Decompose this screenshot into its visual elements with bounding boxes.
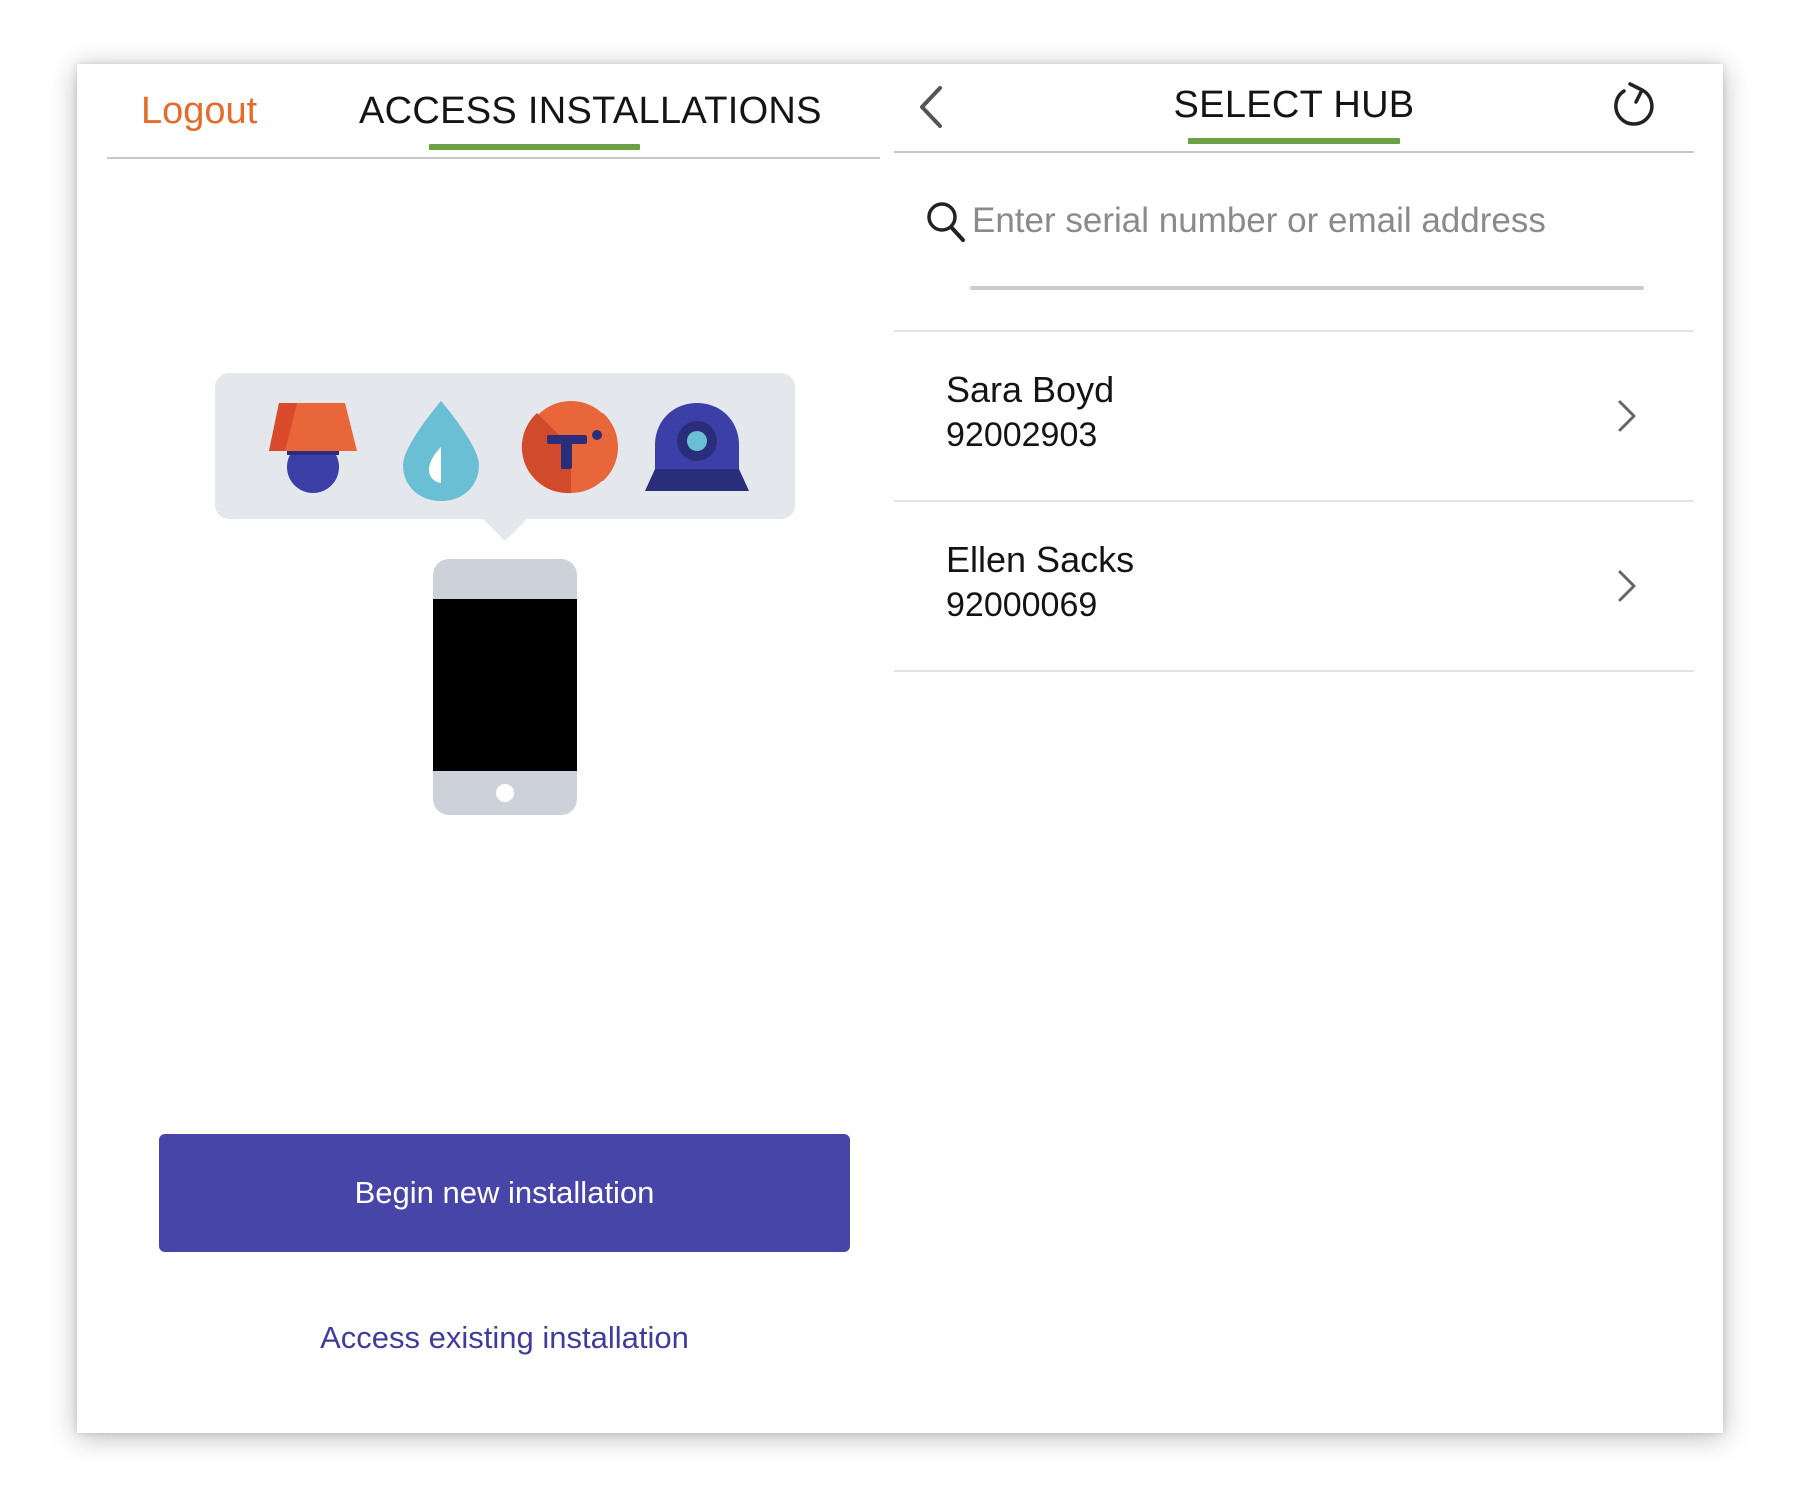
begin-new-installation-button[interactable]: Begin new installation <box>159 1134 850 1252</box>
left-header: Logout ACCESS INSTALLATIONS <box>107 64 880 159</box>
search-bar <box>894 151 1694 332</box>
smartphone-icon <box>433 559 577 815</box>
access-existing-installation-link[interactable]: Access existing installation <box>159 1320 850 1356</box>
chevron-right-icon <box>1618 400 1636 432</box>
search-input[interactable] <box>968 193 1576 249</box>
telstra-logo-icon <box>521 401 619 494</box>
refresh-icon[interactable] <box>1608 76 1658 132</box>
page-title: ACCESS INSTALLATIONS <box>359 90 822 132</box>
right-header: SELECT HUB <box>894 64 1694 153</box>
search-icon <box>927 202 965 242</box>
hub-list: Sara Boyd 92002903 Ellen Sacks 92000069 <box>894 332 1694 672</box>
hub-list-item[interactable]: Ellen Sacks 92000069 <box>894 502 1694 672</box>
hub-owner-name: Sara Boyd <box>946 369 1115 410</box>
logout-button[interactable]: Logout <box>141 88 257 134</box>
hub-serial-number: 92000069 <box>946 586 1098 624</box>
app-window: Logout ACCESS INSTALLATIONS Begin new in… <box>77 64 1723 1433</box>
access-installations-pane: Logout ACCESS INSTALLATIONS Begin new in… <box>77 64 894 1433</box>
hub-list-item[interactable]: Sara Boyd 92002903 <box>894 332 1694 502</box>
active-tab-indicator <box>1188 138 1400 144</box>
select-hub-pane: SELECT HUB Sara Boyd 92002903 <box>894 64 1723 1433</box>
installation-illustration <box>215 373 795 815</box>
hub-owner-name: Ellen Sacks <box>946 539 1135 580</box>
hub-serial-number: 92002903 <box>946 416 1098 454</box>
page-title: SELECT HUB <box>1173 84 1415 126</box>
chevron-right-icon <box>1618 570 1636 602</box>
search-underline <box>970 286 1644 290</box>
active-tab-indicator <box>429 144 640 150</box>
